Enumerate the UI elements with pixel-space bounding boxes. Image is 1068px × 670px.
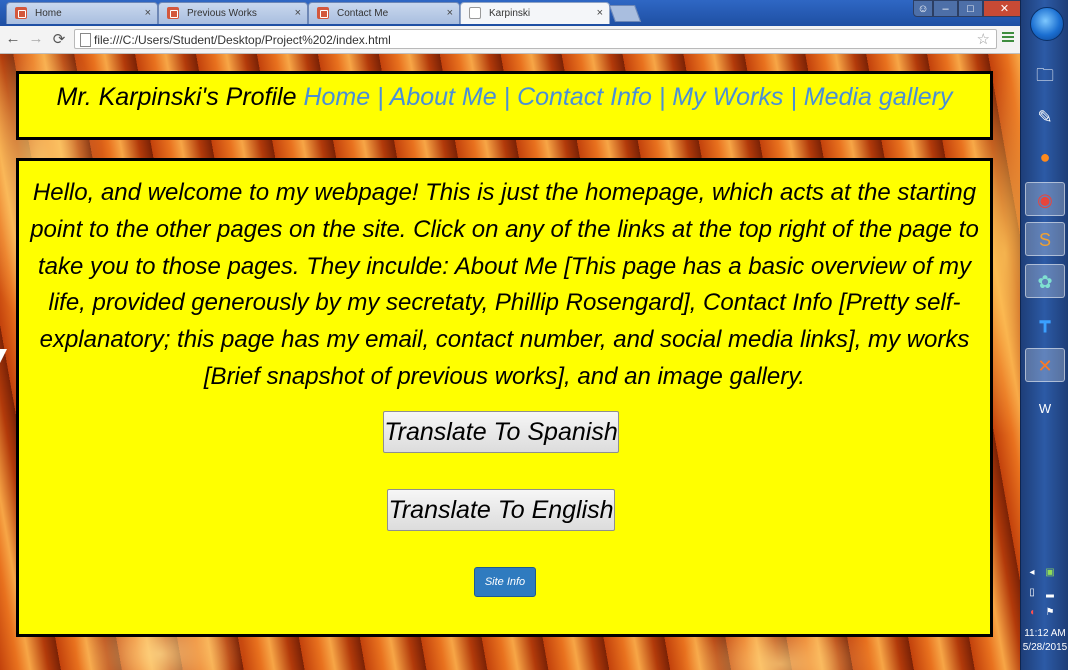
page-favicon-icon (469, 7, 481, 19)
welcome-text: Hello, and welcome to my webpage! This i… (30, 179, 979, 390)
nav-separator: | (377, 83, 384, 111)
browser-tab-strip: Home × Previous Works × Contact Me × Kar… (0, 0, 1026, 26)
tab-label: Karpinski (489, 8, 531, 19)
mouse-cursor-icon (0, 349, 7, 363)
firefox-icon[interactable]: ● (1025, 140, 1065, 174)
app-icon[interactable]: ✿ (1025, 264, 1065, 298)
address-bar[interactable]: file:///C:/Users/Student/Desktop/Project… (74, 29, 997, 49)
forward-button[interactable]: → (27, 30, 45, 47)
xampp-favicon-icon (317, 7, 329, 19)
reload-button[interactable]: ⟳ (50, 30, 68, 48)
nav-separator: | (790, 83, 797, 111)
minimize-button[interactable]: – (933, 0, 958, 17)
header-nav: Mr. Karpinski's Profile Home | About Me … (19, 83, 990, 112)
word-icon[interactable]: W (1025, 392, 1065, 426)
taskbar: 🗀 ✎ ● ◉ S ✿ ┳ ✕ W ◂ ▣ ▯ ▂ ◖ ⚑ 11:12 AM 5… (1020, 0, 1068, 670)
back-button[interactable]: ← (4, 30, 22, 47)
nav-link-contact-info[interactable]: Contact Info (517, 83, 652, 111)
window-controls: ☺ – □ ✕ (913, 0, 1026, 18)
header-box: Mr. Karpinski's Profile Home | About Me … (16, 71, 993, 140)
tetris-icon[interactable]: ┳ (1025, 305, 1065, 339)
page-viewport: Mr. Karpinski's Profile Home | About Me … (0, 54, 1020, 670)
tab-label: Contact Me (337, 8, 389, 19)
nav-link-home[interactable]: Home (303, 83, 370, 111)
paint-icon[interactable]: ✎ (1025, 100, 1065, 134)
bookmark-star-icon[interactable]: ☆ (977, 30, 990, 48)
tab-contact-me[interactable]: Contact Me × (308, 2, 460, 24)
translate-english-button[interactable]: Translate To English (387, 489, 615, 531)
tab-close-icon[interactable]: × (295, 7, 301, 19)
nav-link-media-gallery[interactable]: Media gallery (804, 83, 953, 111)
content-box: Hello, and welcome to my webpage! This i… (16, 158, 993, 637)
clock-date[interactable]: 5/28/2015 (1021, 642, 1068, 653)
tab-close-icon[interactable]: × (145, 7, 151, 19)
tab-home[interactable]: Home × (6, 2, 158, 24)
xampp-favicon-icon (167, 7, 179, 19)
tray-expand-icon[interactable]: ◂ (1027, 568, 1037, 578)
nav-separator: | (658, 83, 666, 111)
tab-label: Home (35, 8, 62, 19)
clock-time[interactable]: 11:12 AM (1021, 628, 1068, 639)
url-text[interactable]: file:///C:/Users/Student/Desktop/Project… (94, 33, 391, 47)
xampp-icon[interactable]: ✕ (1025, 348, 1065, 382)
tray-app-icon[interactable]: ▣ (1045, 568, 1055, 578)
maximize-button[interactable]: □ (958, 0, 983, 17)
new-tab-button[interactable] (608, 5, 642, 22)
nav-link-my-works[interactable]: My Works (672, 83, 783, 111)
tab-previous-works[interactable]: Previous Works × (158, 2, 308, 24)
volume-icon[interactable]: ◖ (1027, 608, 1037, 618)
browser-toolbar: ← → ⟳ file:///C:/Users/Student/Desktop/P… (0, 26, 1020, 54)
tab-close-icon[interactable]: × (447, 7, 453, 19)
tab-close-icon[interactable]: × (597, 7, 603, 19)
start-button[interactable] (1030, 7, 1064, 41)
user-profile-icon[interactable]: ☺ (913, 0, 933, 17)
folder-icon[interactable]: 🗀 (1025, 58, 1065, 92)
battery-icon[interactable]: ▯ (1027, 588, 1037, 598)
tab-karpinski[interactable]: Karpinski × (460, 2, 610, 24)
nav-separator: | (503, 83, 511, 111)
action-center-icon[interactable]: ⚑ (1045, 608, 1055, 618)
xampp-favicon-icon (15, 7, 27, 19)
tab-label: Previous Works (187, 8, 257, 19)
chrome-icon[interactable]: ◉ (1025, 182, 1065, 216)
site-info-button[interactable]: Site Info (474, 567, 536, 597)
page-icon (80, 33, 91, 47)
chrome-menu-icon[interactable] (1002, 32, 1014, 44)
network-icon[interactable]: ▂ (1045, 588, 1055, 598)
nav-link-about-me[interactable]: About Me (390, 83, 497, 111)
page-title: Mr. Karpinski's Profile (56, 83, 297, 111)
sublime-icon[interactable]: S (1025, 222, 1065, 256)
translate-spanish-button[interactable]: Translate To Spanish (383, 411, 619, 453)
